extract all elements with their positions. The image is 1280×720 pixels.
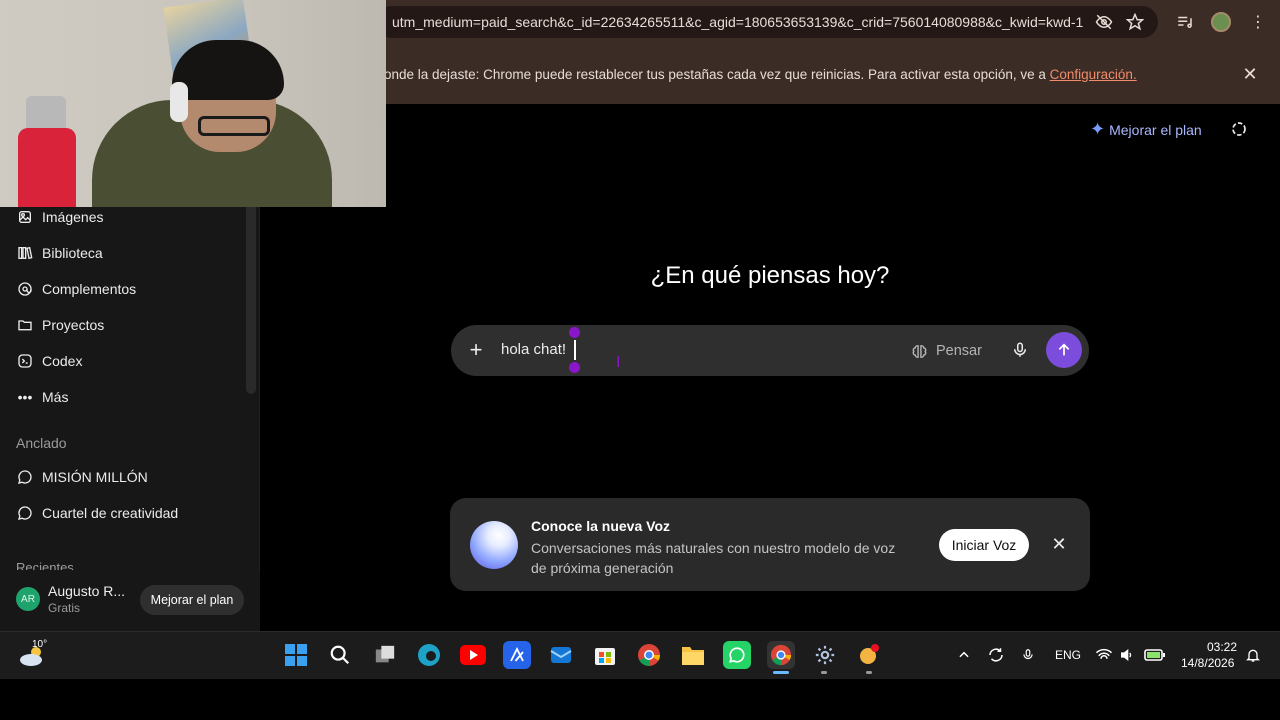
user-name[interactable]: Augusto R... <box>48 583 125 599</box>
address-bar[interactable]: utm_medium=paid_search&c_id=22634265511&… <box>376 6 1158 38</box>
language-indicator[interactable]: ENG <box>1055 648 1081 662</box>
weather-temperature: 10° <box>32 639 48 650</box>
think-label: Pensar <box>936 343 982 359</box>
notification-app-icon[interactable] <box>855 641 883 669</box>
voice-orb-icon <box>470 521 518 569</box>
webcam-thermos <box>18 128 76 207</box>
user-plan: Gratis <box>48 601 81 615</box>
settings-link[interactable]: Configuración. <box>1050 67 1137 82</box>
sidebar-item-label: Cuartel de creatividad <box>42 505 179 521</box>
webcam-glasses <box>198 116 270 136</box>
brain-icon <box>910 342 928 360</box>
plus-icon[interactable]: + <box>465 337 487 362</box>
chrome-active-icon[interactable] <box>767 641 795 669</box>
voice-card-title: Conoce la nueva Voz <box>531 518 670 534</box>
azure-app-icon[interactable] <box>503 641 531 669</box>
open-app-indicator <box>866 671 872 674</box>
star-icon[interactable] <box>1123 10 1147 34</box>
webcam-person-hair <box>172 40 284 100</box>
youtube-icon[interactable] <box>459 641 487 669</box>
chat-bubble-icon <box>16 468 34 486</box>
microphone-icon[interactable] <box>1020 645 1036 665</box>
codex-icon <box>16 352 34 370</box>
screen-bottom-bar <box>0 679 1280 720</box>
webcam-overlay <box>0 0 386 207</box>
sidebar-item-label: Más <box>42 389 69 405</box>
temporary-chat-icon[interactable] <box>1228 118 1250 140</box>
ibeam-cursor-icon: I <box>616 354 621 371</box>
sidebar-item-label: Proyectos <box>42 317 105 333</box>
wifi-icon[interactable] <box>1095 645 1113 665</box>
sidebar-item-label: Imágenes <box>42 209 104 225</box>
sidebar-item-projects[interactable]: Proyectos <box>16 312 104 338</box>
task-view-icon[interactable] <box>371 641 399 669</box>
settings-gear-icon[interactable] <box>811 641 839 669</box>
chat-bubble-icon <box>16 504 34 522</box>
open-app-indicator <box>821 671 827 674</box>
active-app-indicator <box>773 671 789 674</box>
sparkle-icon: ✦ <box>1090 119 1106 139</box>
eye-off-icon[interactable] <box>1092 10 1116 34</box>
clock-date[interactable]: 14/8/2026 <box>1181 656 1234 670</box>
microsoft-store-icon[interactable] <box>591 641 619 669</box>
edge-icon[interactable] <box>415 641 443 669</box>
sidebar-item-label: Complementos <box>42 281 137 297</box>
battery-icon[interactable] <box>1144 645 1166 665</box>
sidebar-item-plugins[interactable]: Complementos <box>16 276 136 302</box>
webcam-headphones <box>170 82 188 122</box>
sidebar-pinned-chat[interactable]: Cuartel de creatividad <box>16 500 178 526</box>
chevron-up-icon[interactable] <box>956 645 972 665</box>
think-button[interactable]: Pensar <box>910 338 982 364</box>
upgrade-plan-link[interactable]: ✦ Mejorar el plan <box>1090 119 1202 140</box>
sidebar-item-label: Biblioteca <box>42 245 103 261</box>
send-button[interactable] <box>1046 332 1082 368</box>
url-text[interactable]: utm_medium=paid_search&c_id=22634265511&… <box>392 14 1084 30</box>
menu-icon[interactable]: ⋮ <box>1246 10 1270 34</box>
sync-icon[interactable] <box>986 645 1006 665</box>
voice-card-description: Conversaciones más naturales con nuestro… <box>531 540 896 576</box>
sidebar-item-images[interactable]: Imágenes <box>16 204 103 230</box>
media-icon[interactable] <box>1173 10 1197 34</box>
start-voice-button[interactable]: Iniciar Voz <box>939 529 1029 561</box>
whatsapp-icon[interactable] <box>723 641 751 669</box>
file-explorer-icon[interactable] <box>679 641 707 669</box>
folder-icon <box>16 316 34 334</box>
clock-time[interactable]: 03:22 <box>1207 640 1237 654</box>
chrome-icon[interactable] <box>635 641 663 669</box>
more-icon: ••• <box>17 389 33 405</box>
windows-start-icon[interactable] <box>282 641 310 669</box>
sidebar-pinned-chat[interactable]: MISIÓN MILLÓN <box>16 464 148 490</box>
selection-handle-top[interactable] <box>569 327 580 338</box>
avatar[interactable]: AR <box>16 587 40 611</box>
microphone-icon[interactable] <box>1009 339 1031 361</box>
profile-avatar[interactable] <box>1211 12 1231 32</box>
library-icon <box>16 244 34 262</box>
close-icon[interactable]: ✕ <box>1049 534 1069 554</box>
images-icon <box>16 208 34 226</box>
sidebar-item-library[interactable]: Biblioteca <box>16 240 103 266</box>
close-icon[interactable]: ✕ <box>1240 64 1260 84</box>
selection-handle-bottom[interactable] <box>569 362 580 373</box>
pinned-section-label: Anclado <box>16 435 67 451</box>
sidebar-item-label: MISIÓN MILLÓN <box>42 469 148 485</box>
outlook-icon[interactable] <box>547 641 575 669</box>
page-title: ¿En qué piensas hoy? <box>650 262 890 289</box>
sidebar-item-more[interactable]: ••• Más <box>16 384 69 410</box>
volume-icon[interactable] <box>1119 645 1135 665</box>
upgrade-plan-label: Mejorar el plan <box>1109 121 1202 138</box>
search-icon[interactable] <box>326 641 354 669</box>
infobar-message: onde la dejaste: Chrome puede restablece… <box>384 67 1137 82</box>
footer-upgrade-button[interactable]: Mejorar el plan <box>140 585 244 615</box>
notification-bell-icon[interactable] <box>1244 645 1262 665</box>
sidebar-item-codex[interactable]: Codex <box>16 348 82 374</box>
plugins-icon <box>16 280 34 298</box>
sidebar-item-label: Codex <box>42 353 83 369</box>
prompt-input[interactable]: hola chat! <box>501 341 566 358</box>
recent-section-label: Recientes <box>16 560 74 570</box>
text-caret <box>574 340 576 360</box>
